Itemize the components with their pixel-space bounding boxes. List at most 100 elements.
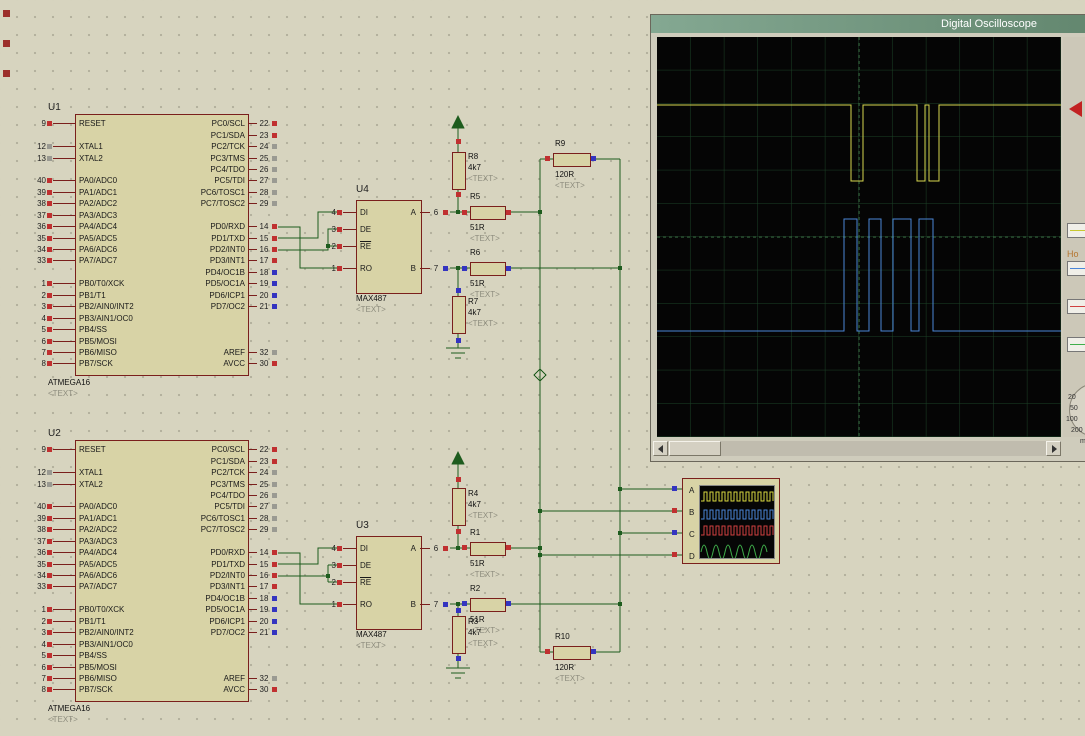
pin-row[interactable]: PD1/TXD 15 [30, 558, 278, 569]
pin-row[interactable]: PD1/TXD 15 [30, 232, 278, 243]
pin-state-indicator [272, 584, 277, 589]
pin-row[interactable]: A 6 [394, 207, 450, 217]
channel-pin[interactable]: A [689, 485, 694, 495]
pin-row[interactable]: B 7 [394, 599, 450, 609]
oscilloscope-title: Digital Oscilloscope [941, 18, 1037, 30]
scroll-right-button[interactable] [1046, 441, 1061, 456]
pin-name: A [394, 544, 420, 553]
pin-row[interactable]: PD5/OC1A 19 [30, 278, 278, 289]
component-ref: U2 [48, 428, 61, 439]
pin-row[interactable]: AREF 32 [30, 347, 278, 358]
pin-row[interactable]: PC0/SCL 22 [30, 444, 278, 455]
pin-name: PD4/OC1B [30, 268, 249, 277]
resistor-text-placeholder: <TEXT> [468, 510, 498, 521]
pin-row[interactable]: PD5/OC1A 19 [30, 604, 278, 615]
resistor-R8[interactable] [452, 152, 466, 190]
pin-stub [420, 268, 430, 269]
pin-row[interactable]: PD0/RXD 14 [30, 221, 278, 232]
channel-pin[interactable]: B [689, 507, 694, 517]
pin-row[interactable]: PC4/TDO 26 [30, 164, 278, 175]
pin-row[interactable]: PD4/OC1B 18 [30, 267, 278, 278]
pin-row[interactable]: PC7/TOSC2 29 [30, 198, 278, 209]
pin-row[interactable]: PD6/ICP1 20 [30, 290, 278, 301]
pin-state-indicator [272, 550, 277, 555]
channel-pin[interactable]: D [689, 551, 695, 561]
pin-row[interactable]: PD7/OC2 21 [30, 301, 278, 312]
oscilloscope-probe-component[interactable]: A B C D [682, 478, 780, 564]
component-value: ATMEGA16 [48, 704, 90, 713]
pin-number: 17 [257, 256, 271, 265]
pin-state-indicator [272, 470, 277, 475]
resistor-text-placeholder: <TEXT> [468, 173, 498, 184]
pin-state-indicator [272, 121, 277, 126]
pin-number: 22 [257, 445, 271, 454]
pin-stub [249, 146, 257, 147]
scroll-left-button[interactable] [653, 441, 668, 456]
pin-state-indicator [272, 607, 277, 612]
pin-row[interactable]: PC2/TCK 24 [30, 467, 278, 478]
channel-pin[interactable]: C [689, 529, 695, 539]
pin-row[interactable]: PC6/TOSC1 28 [30, 187, 278, 198]
resistor-ref: R9 [555, 138, 585, 149]
pin-stub [249, 506, 257, 507]
resistor-ref: R8 [468, 151, 498, 162]
resistor-labels: R9 120R <TEXT> [555, 138, 585, 191]
pin-number: 25 [257, 480, 271, 489]
pin-stub [249, 518, 257, 519]
resistor-ref: R6 [470, 247, 500, 258]
pin-state-indicator [272, 493, 277, 498]
pin-column-right: PC0/SCL 22 PC1/SDA 23 PC2/TCK 24 PC3/TMS… [30, 444, 278, 696]
pin-column-right: PC0/SCL 22 PC1/SDA 23 PC2/TCK 24 PC3/TMS… [30, 118, 278, 370]
pin-row[interactable]: PD2/INT0 16 [30, 244, 278, 255]
pin-name: PC0/SCL [30, 119, 249, 128]
pin-row[interactable]: PD7/OC2 21 [30, 627, 278, 638]
pin-state-indicator [272, 516, 277, 521]
pin-row[interactable]: PC5/TDI 27 [30, 175, 278, 186]
pin-row[interactable]: PD6/ICP1 20 [30, 616, 278, 627]
pin-name: PC5/TDI [30, 502, 249, 511]
pin-name: PD0/RXD [30, 548, 249, 557]
pin-row[interactable]: PD3/INT1 17 [30, 255, 278, 266]
pin-row[interactable]: A 6 [394, 543, 450, 553]
pin-row[interactable]: B 7 [394, 263, 450, 273]
pin-row[interactable]: PC3/TMS 25 [30, 478, 278, 489]
pin-row[interactable]: PC6/TOSC1 28 [30, 513, 278, 524]
resistor-ref: R3 [468, 616, 498, 627]
resistor-R4[interactable] [452, 488, 466, 526]
resistor-labels: R6 51R <TEXT> [470, 247, 500, 300]
pin-row[interactable]: PC0/SCL 22 [30, 118, 278, 129]
pin-state-indicator [272, 687, 277, 692]
pin-number: 28 [257, 188, 271, 197]
pin-state-indicator [272, 258, 277, 263]
trigger-marker-icon[interactable] [1069, 101, 1082, 117]
pin-row[interactable]: PC2/TCK 24 [30, 141, 278, 152]
scroll-left-arrow-icon [658, 445, 663, 453]
pin-number: 26 [257, 165, 271, 174]
pin-row[interactable]: PD0/RXD 14 [30, 547, 278, 558]
pin-stub [249, 449, 257, 450]
pin-row[interactable]: PC1/SDA 23 [30, 455, 278, 466]
pin-row[interactable]: AVCC 30 [30, 358, 278, 369]
pin-name: PC7/TOSC2 [30, 199, 249, 208]
pin-row[interactable]: PD2/INT0 16 [30, 570, 278, 581]
pin-row[interactable]: PC5/TDI 27 [30, 501, 278, 512]
pin-row[interactable]: PD3/INT1 17 [30, 581, 278, 592]
resistor-R7[interactable] [452, 296, 466, 334]
pin-row[interactable]: PC7/TOSC2 29 [30, 524, 278, 535]
pin-row[interactable]: PC4/TDO 26 [30, 490, 278, 501]
pin-row[interactable]: PC1/SDA 23 [30, 129, 278, 140]
pin-name: PD1/TXD [30, 560, 249, 569]
pin-state-indicator [272, 527, 277, 532]
pin-row[interactable]: PD4/OC1B 18 [30, 593, 278, 604]
pin-number: 24 [257, 468, 271, 477]
pin-row[interactable]: AVCC 30 [30, 684, 278, 695]
resistor-value: 120R [555, 169, 585, 180]
resistor-text-placeholder: <TEXT> [470, 233, 500, 244]
pin-row[interactable]: PC3/TMS 25 [30, 152, 278, 163]
scroll-thumb[interactable] [669, 441, 721, 456]
pin-stub [249, 123, 257, 124]
oscilloscope-titlebar[interactable]: Digital Oscilloscope [651, 15, 1085, 33]
pin-row[interactable]: AREF 32 [30, 673, 278, 684]
graph-channel-pins: A B C D [683, 479, 779, 563]
resistor-R3[interactable] [452, 616, 466, 654]
